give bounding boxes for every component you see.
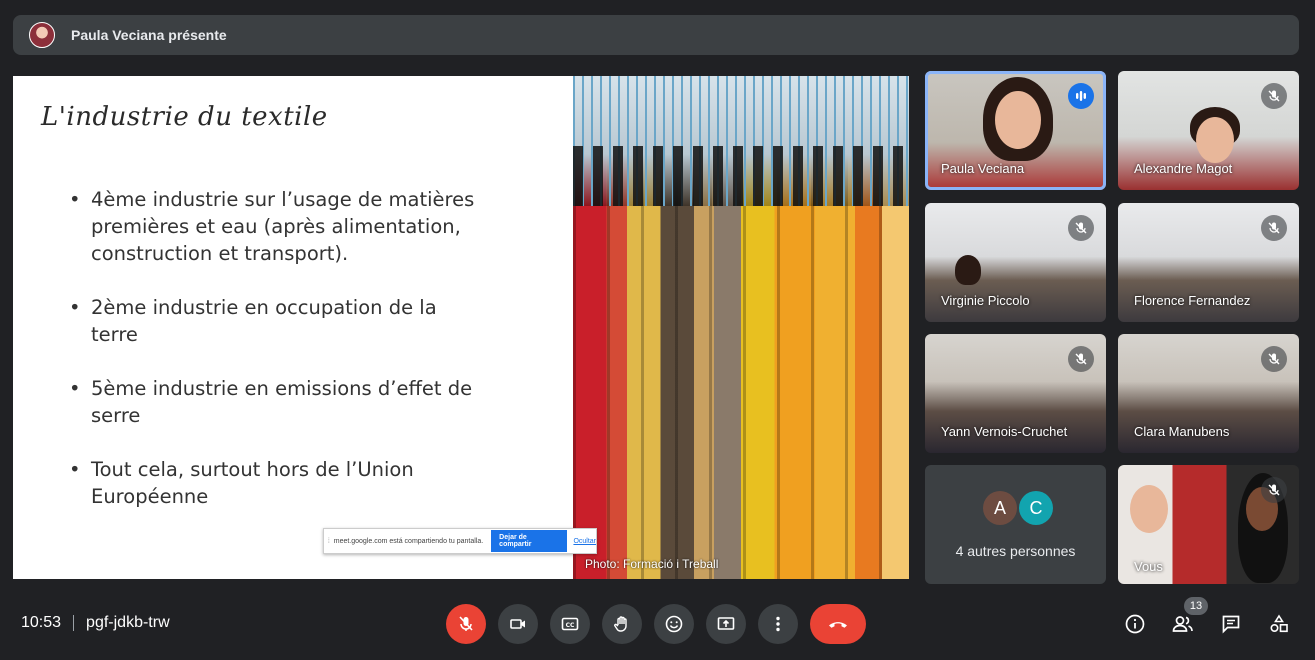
activities-icon <box>1270 614 1288 633</box>
participant-name: Virginie Piccolo <box>941 293 1030 308</box>
leave-call-button[interactable] <box>810 604 866 644</box>
participant-face <box>995 91 1041 149</box>
slide-text-area: L'industrie du textile 4ème industrie su… <box>13 76 573 579</box>
others-count-label: 4 autres personnes <box>955 543 1076 559</box>
chat-icon <box>1222 615 1240 634</box>
participant-name: Clara Manubens <box>1134 424 1230 439</box>
participant-name: Yann Vernois-Cruchet <box>941 424 1068 439</box>
control-bar: 10:53 pgf-jdkb-trw CC <box>0 596 1315 652</box>
captions-button[interactable]: CC <box>550 604 590 644</box>
activities-button[interactable] <box>1263 608 1295 640</box>
smiley-icon <box>665 615 683 633</box>
presenting-banner: Paula Veciana présente <box>13 15 1299 55</box>
clock: 10:53 <box>21 614 62 631</box>
meeting-code: pgf-jdkb-trw <box>86 614 170 631</box>
shared-screen: L'industrie du textile 4ème industrie su… <box>13 76 909 579</box>
slide-bullet: 2ème industrie en occupation de la terre <box>69 294 489 348</box>
present-screen-icon <box>717 617 735 630</box>
participant-tile[interactable]: Yann Vernois-Cruchet <box>925 334 1106 453</box>
participant-face <box>1196 117 1234 163</box>
camera-toggle-button[interactable] <box>498 604 538 644</box>
hand-icon <box>614 616 627 632</box>
divider <box>73 615 75 631</box>
presenting-text: Paula Veciana présente <box>71 27 227 43</box>
screen-share-notification: ⁞ meet.google.com está compartiendo tu p… <box>323 528 597 554</box>
participant-tile[interactable]: Virginie Piccolo <box>925 203 1106 322</box>
chat-button[interactable] <box>1215 608 1247 640</box>
info-icon <box>1125 614 1145 634</box>
mic-off-icon <box>1261 215 1287 241</box>
participant-tile[interactable]: Paula Veciana <box>925 71 1106 190</box>
photo-credit: Photo: Formació i Treball <box>585 557 719 571</box>
photo-hangers <box>573 146 909 206</box>
mic-off-icon <box>1261 477 1287 503</box>
others-tile[interactable]: A C 4 autres personnes <box>925 465 1106 584</box>
closed-captions-icon: CC <box>561 617 579 631</box>
avatar: A <box>983 491 1017 525</box>
participant-name: Vous <box>1134 559 1163 574</box>
slide-clothes-photo <box>573 76 909 579</box>
mic-off-icon <box>459 616 473 631</box>
more-options-button[interactable] <box>758 604 798 644</box>
presenter-avatar <box>29 22 55 48</box>
participant-name: Paula Veciana <box>941 161 1025 176</box>
more-vertical-icon <box>776 616 780 632</box>
participant-count-badge: 13 <box>1184 597 1208 615</box>
mic-off-icon <box>1068 215 1094 241</box>
participant-tile[interactable]: Alexandre Magot <box>1118 71 1299 190</box>
participant-tile[interactable]: Clara Manubens <box>1118 334 1299 453</box>
microphone-toggle-button[interactable] <box>446 604 486 644</box>
participant-name: Florence Fernandez <box>1134 293 1251 308</box>
mic-off-icon <box>1261 346 1287 372</box>
participant-face <box>1130 485 1168 533</box>
avatar: C <box>1019 491 1053 525</box>
self-tile[interactable]: Vous <box>1118 465 1299 584</box>
participant-tile[interactable]: Florence Fernandez <box>1118 203 1299 322</box>
svg-text:CC: CC <box>566 622 575 629</box>
raise-hand-button[interactable] <box>602 604 642 644</box>
participant-video <box>955 255 981 285</box>
slide-bullet: Tout cela, surtout hors de l’Union Europ… <box>69 456 489 510</box>
reactions-button[interactable] <box>654 604 694 644</box>
stop-sharing-button[interactable]: Dejar de compartir <box>491 530 568 552</box>
slide-bullet: 4ème industrie sur l’usage de matières p… <box>69 186 489 267</box>
meeting-details: 10:53 pgf-jdkb-trw <box>21 614 170 632</box>
mic-off-icon <box>1068 346 1094 372</box>
share-message: meet.google.com está compartiendo tu pan… <box>333 537 484 545</box>
mic-off-icon <box>1261 83 1287 109</box>
drag-handle-icon[interactable]: ⁞ <box>324 538 334 545</box>
speaking-indicator-icon <box>1068 83 1094 109</box>
slide-bullets: 4ème industrie sur l’usage de matières p… <box>69 186 489 537</box>
present-screen-button[interactable] <box>706 604 746 644</box>
meeting-info-button[interactable] <box>1119 608 1151 640</box>
others-avatars: A C <box>983 491 1055 525</box>
hang-up-icon <box>829 622 847 628</box>
people-icon <box>1172 616 1193 632</box>
participant-name: Alexandre Magot <box>1134 161 1233 176</box>
slide-bullet: 5ème industrie en emissions d’effet de s… <box>69 375 489 429</box>
slide-title: L'industrie du textile <box>41 102 328 132</box>
video-camera-icon <box>510 619 525 629</box>
hide-link[interactable]: Ocultar <box>573 538 596 545</box>
